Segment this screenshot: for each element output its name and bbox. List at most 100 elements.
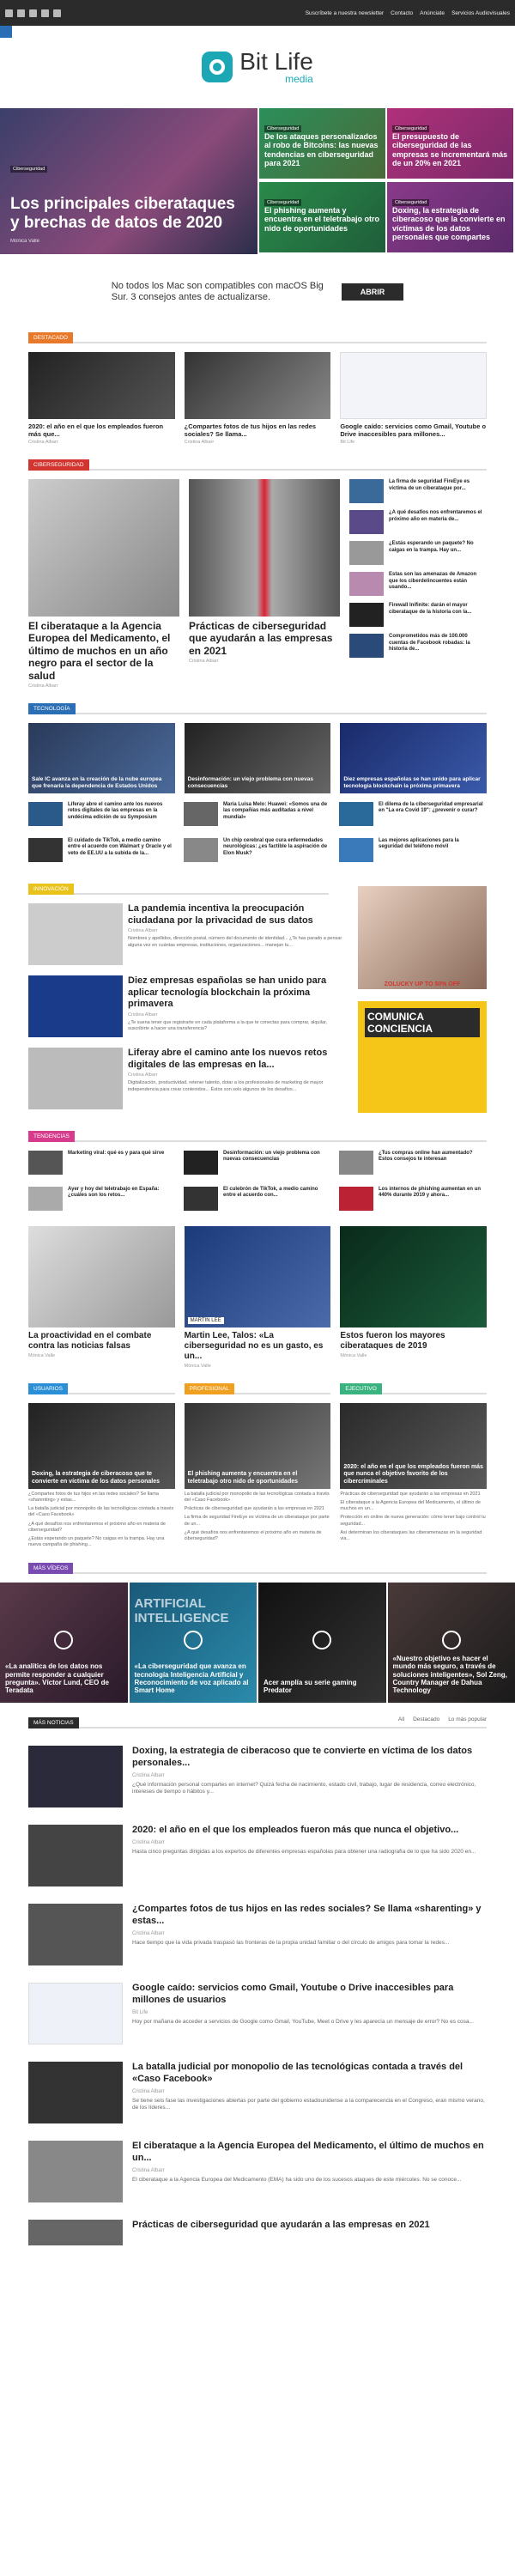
article-thumb[interactable] (28, 479, 179, 617)
list-item[interactable]: El culebrón de TikTok, a medio camino en… (184, 1186, 330, 1211)
list-item-title[interactable]: El cuidado de TikTok, a medio camino ent… (68, 838, 174, 858)
video-title[interactable]: «La ciberseguridad que avanza en tecnolo… (135, 1662, 250, 1694)
list-item[interactable]: La firma de seguridad FireEye es víctima… (349, 479, 487, 503)
article-card[interactable]: Estos fueron los mayores ciberataques de… (340, 1225, 488, 1369)
hero-article-title[interactable]: De los ataques personalizados al robo de… (264, 132, 380, 167)
article-thumb[interactable] (28, 1225, 175, 1327)
article-title[interactable]: La proactividad en el combate contra las… (28, 1331, 175, 1352)
article-thumb[interactable] (28, 352, 175, 419)
list-item[interactable]: ¿Compartes fotos de tus hijos en las red… (28, 1492, 175, 1504)
section-label[interactable]: TENDENCIAS (28, 1130, 75, 1142)
hero-article[interactable]: Ciberseguridad El presupuesto de ciberse… (387, 108, 513, 179)
news-item[interactable]: El ciberataque a la Agencia Europea del … (28, 2141, 487, 2203)
list-item[interactable]: Firewall Inifinite: darán el mayor ciber… (349, 603, 487, 627)
hero-main-article[interactable]: Ciberseguridad Los principales ciberataq… (0, 108, 258, 254)
article-thumb[interactable] (28, 1186, 63, 1211)
article-thumb[interactable] (28, 1746, 123, 1808)
list-item[interactable]: El cuidado de TikTok, a medio camino ent… (28, 837, 174, 862)
list-item-title[interactable]: Ayer y hoy del teletrabajo en España: ¿c… (68, 1187, 174, 1200)
article-thumb[interactable] (28, 1825, 123, 1887)
feature-card[interactable]: 2020: el año en el que los empleados fue… (340, 1402, 488, 1489)
play-icon[interactable] (183, 1631, 203, 1650)
list-item[interactable]: ¿A qué desafíos nos enfrentaremos el pró… (349, 510, 487, 534)
article-thumb[interactable] (349, 510, 384, 534)
list-item-title[interactable]: Comprometidos más de 100.000 cuentas de … (389, 634, 487, 653)
list-item-title[interactable]: El dilema de la ciberseguridad empresari… (379, 802, 485, 815)
article-title[interactable]: Diez empresas españolas se han unido par… (128, 975, 344, 1011)
article-title[interactable]: El ciberataque a la Agencia Europea del … (132, 2141, 487, 2165)
hero-article-title[interactable]: El phishing aumenta y encuentra en el te… (264, 206, 380, 233)
nav-advertise[interactable]: Anúnciate (420, 10, 445, 16)
list-item[interactable]: Protección en online de nueva generación… (340, 1515, 487, 1527)
article-thumb[interactable] (349, 572, 384, 596)
section-label[interactable]: USUARIOS (28, 1382, 68, 1394)
article-card[interactable]: La proactividad en el combate contra las… (28, 1225, 175, 1369)
article-card[interactable]: Google caído: servicios como Gmail, Yout… (340, 352, 488, 445)
article-card[interactable]: Prácticas de ciberseguridad que ayudarán… (189, 479, 340, 689)
hero-article-title[interactable]: El presupuesto de ciberseguridad de las … (392, 132, 508, 167)
list-item[interactable]: Prácticas de ciberseguridad que ayudarán… (185, 1506, 331, 1512)
feature-card[interactable]: Doxing, la estrategia de ciberacoso que … (28, 1402, 175, 1489)
article-title[interactable]: Doxing, la estrategia de ciberacoso que … (132, 1746, 487, 1770)
article-card[interactable]: Desinformación: un viejo problema con nu… (184, 722, 331, 793)
list-item[interactable]: María Luisa Melo: Huawei: «Somos una de … (184, 801, 330, 826)
nav-audiovisual[interactable]: Servicios Audiovisuales (451, 10, 510, 16)
list-item[interactable]: El dilema de la ciberseguridad empresari… (339, 801, 485, 826)
list-item[interactable]: Ayer y hoy del teletrabajo en España: ¿c… (28, 1186, 174, 1211)
article-thumb[interactable] (184, 801, 218, 826)
list-item[interactable]: ¿Estás esperando un paquete? No caigas e… (28, 1536, 175, 1548)
article-title[interactable]: Google caído: servicios como Gmail, Yout… (340, 422, 487, 438)
article-card[interactable]: ¿Compartes fotos de tus hijos en las red… (184, 352, 331, 445)
feature-title[interactable]: Doxing, la estrategia de ciberacoso que … (32, 1471, 172, 1485)
news-item[interactable]: ¿Compartes fotos de tus hijos en las red… (28, 1904, 487, 1966)
video-title[interactable]: «La analítica de los datos nos permite r… (5, 1662, 120, 1694)
article-title[interactable]: Estos fueron los mayores ciberataques de… (340, 1331, 487, 1352)
article-card[interactable]: Diez empresas españolas se han unido par… (340, 722, 488, 793)
video-card[interactable]: «La analítica de los datos nos permite r… (0, 1583, 128, 1704)
article-thumb[interactable] (184, 837, 218, 862)
youtube-icon[interactable] (53, 9, 61, 17)
list-item[interactable]: La batalla judicial por monopolio de las… (28, 1506, 175, 1518)
list-item[interactable]: La firma de seguridad FireEye es víctima… (185, 1515, 331, 1527)
article-thumb[interactable] (28, 902, 123, 965)
nav-contact[interactable]: Contacto (391, 10, 413, 16)
list-item-title[interactable]: ¿Estás esperando un paquete? No caigas e… (389, 541, 487, 554)
article-card[interactable]: Sale IC avanza en la creación de la nube… (28, 722, 175, 793)
article-thumb[interactable] (28, 1983, 123, 2045)
article-thumb[interactable] (339, 837, 373, 862)
article-thumb[interactable] (184, 352, 331, 419)
article-thumb[interactable] (28, 2062, 123, 2124)
article-thumb[interactable] (28, 1047, 123, 1109)
section-label[interactable]: TECNOLOGÍA (28, 702, 76, 714)
article-title[interactable]: El ciberataque a la Agencia Europea del … (28, 620, 179, 682)
section-label[interactable]: DESTACADO (28, 332, 73, 343)
article-thumb[interactable] (184, 1150, 218, 1175)
hero-article[interactable]: Ciberseguridad El phishing aumenta y enc… (259, 182, 385, 252)
list-item-title[interactable]: Marketing viral: qué es y para qué sirve (68, 1151, 164, 1157)
tab-destacado[interactable]: Destacado (413, 1716, 439, 1722)
article-thumb[interactable] (28, 1904, 123, 1966)
list-item[interactable]: Estas son las amenazas de Amazon que los… (349, 572, 487, 596)
hero-main-title[interactable]: Los principales ciberataques y brechas d… (10, 195, 242, 232)
list-item[interactable]: El ciberataque a la Agencia Europea del … (340, 1500, 487, 1512)
tab-popular[interactable]: Lo más popular (448, 1716, 487, 1722)
article-thumb[interactable] (339, 1186, 373, 1211)
hero-article[interactable]: Ciberseguridad De los ataques personaliz… (259, 108, 385, 179)
list-item[interactable]: Desinformación: un viejo problema con nu… (184, 1150, 330, 1175)
ad-banner[interactable]: No todos los Mac son compatibles con mac… (0, 266, 515, 318)
article-title[interactable]: 2020: el año en el que los empleados fue… (28, 422, 175, 438)
list-item-title[interactable]: María Luisa Melo: Huawei: «Somos una de … (223, 802, 330, 822)
article-title[interactable]: 2020: el año en el que los empleados fue… (132, 1825, 476, 1837)
list-item[interactable]: Las mejores aplicaciones para la segurid… (339, 837, 485, 862)
article-thumb[interactable] (28, 2141, 123, 2203)
linkedin-icon[interactable] (29, 9, 37, 17)
news-item[interactable]: Google caído: servicios como Gmail, Yout… (28, 1983, 487, 2045)
article-thumb[interactable] (339, 1150, 373, 1175)
article-thumb[interactable]: MARTIN LEE (184, 1225, 331, 1327)
list-item[interactable]: ¿Tus compras online han aumentado? Estos… (339, 1150, 485, 1175)
feature-title[interactable]: 2020: el año en el que los empleados fue… (343, 1464, 483, 1485)
ad-comunica[interactable]: COMUNICA CONCIENCIA (358, 1000, 487, 1113)
article-thumb[interactable] (340, 1225, 488, 1327)
list-item-title[interactable]: Las mejores aplicaciones para la segurid… (379, 838, 485, 851)
list-item[interactable]: Prácticas de ciberseguridad que ayudarán… (340, 1492, 487, 1498)
